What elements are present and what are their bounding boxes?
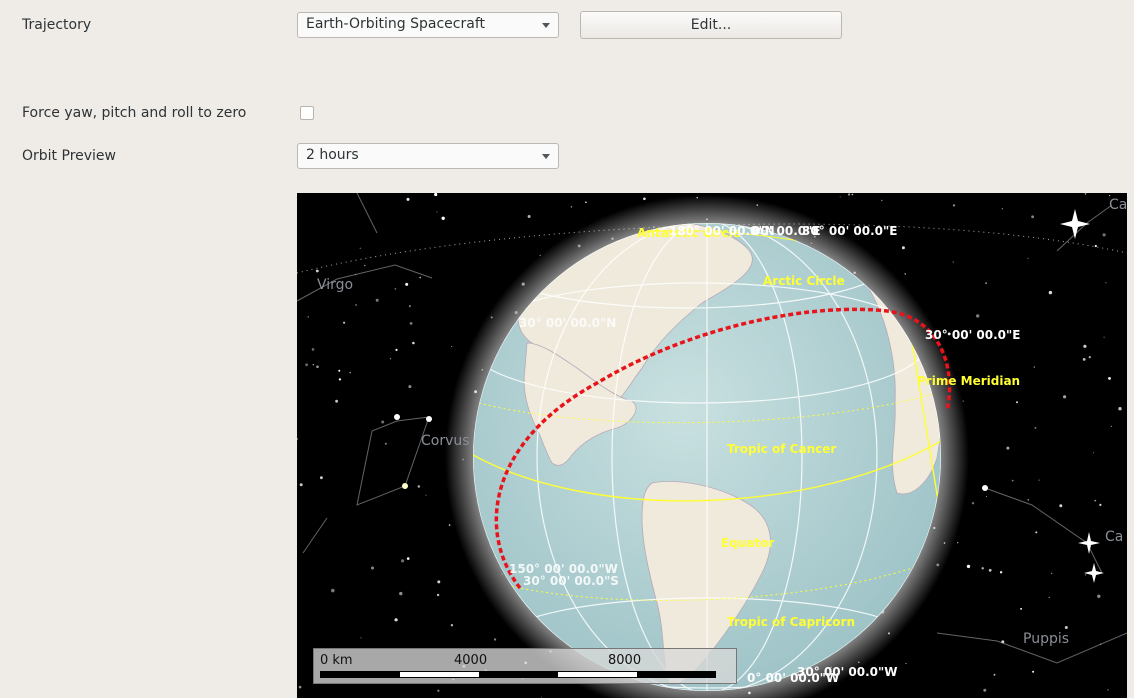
globe-view: Antarctic Circle 180° 00' 00.0"N 00' 00.… bbox=[297, 193, 1127, 698]
lon-30e-label: 30° 00' 00.0"E bbox=[925, 328, 1020, 342]
chevron-down-icon bbox=[542, 23, 550, 28]
equator-label: Equator bbox=[721, 536, 774, 550]
orbit-preview-combo[interactable]: 2 hours bbox=[297, 143, 559, 169]
orbit-preview-map[interactable]: Antarctic Circle 180° 00' 00.0"N 00' 00.… bbox=[297, 193, 1127, 698]
scale-tick-0: 0 km bbox=[320, 653, 353, 668]
arctic-circle-label: Arctic Circle bbox=[763, 274, 845, 288]
constellation-canis: Canis bbox=[1109, 197, 1127, 213]
lat-30n-label: 30° 00' 00.0"N bbox=[519, 316, 616, 330]
lat-30s-label: 30° 00' 00.0"S bbox=[523, 574, 619, 588]
constellation-puppis: Puppis bbox=[1023, 631, 1069, 647]
edit-button[interactable]: Edit... bbox=[580, 11, 842, 39]
top-meridian-right-label: 30° 00' 00.0"E bbox=[802, 224, 897, 238]
orbit-preview-label: Orbit Preview bbox=[22, 148, 116, 164]
bottom-w2-label: 30° 00' 00.0"W bbox=[797, 665, 898, 679]
prime-meridian-label: Prime Meridian bbox=[917, 374, 1020, 388]
force-zero-label: Force yaw, pitch and roll to zero bbox=[22, 105, 247, 121]
constellation-corvus: Corvus bbox=[421, 433, 470, 449]
force-zero-checkbox[interactable] bbox=[300, 106, 314, 120]
tropic-cancer-label: Tropic of Cancer bbox=[727, 442, 836, 456]
scale-bar-track bbox=[320, 671, 716, 678]
scale-bar: 0 km 4000 8000 bbox=[313, 648, 737, 684]
constellation-ca: Ca bbox=[1105, 529, 1123, 545]
orbit-preview-value: 2 hours bbox=[306, 147, 359, 163]
scale-tick-8000: 8000 bbox=[608, 653, 642, 668]
scale-tick-4000: 4000 bbox=[454, 653, 488, 668]
trajectory-combo[interactable]: Earth-Orbiting Spacecraft bbox=[297, 12, 559, 38]
trajectory-label: Trajectory bbox=[22, 17, 92, 33]
tropic-capricorn-label: Tropic of Capricorn bbox=[727, 615, 855, 629]
trajectory-value: Earth-Orbiting Spacecraft bbox=[306, 16, 485, 32]
chevron-down-icon bbox=[542, 154, 550, 159]
constellation-virgo: Virgo bbox=[317, 277, 353, 293]
